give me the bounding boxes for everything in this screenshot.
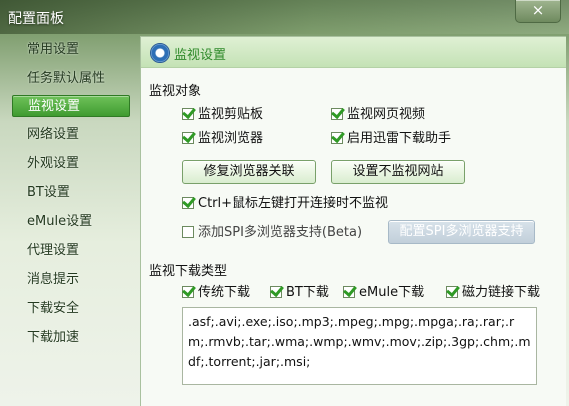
checkbox-browser[interactable]: 监视浏览器 <box>182 130 263 148</box>
checkbox-download-helper[interactable]: 启用迅雷下载助手 <box>331 130 451 148</box>
checkbox-box[interactable] <box>331 132 343 144</box>
panel-header: 监视设置 <box>141 37 566 68</box>
no-monitor-sites-button[interactable]: 设置不监视网站 <box>331 160 465 184</box>
checkbox-bt-download[interactable]: BT下载 <box>270 284 329 302</box>
configure-spi-button[interactable]: 配置SPI多浏览器支持 <box>388 220 535 244</box>
checkbox-box[interactable] <box>270 286 282 298</box>
sidebar-item-notifications[interactable]: 消息提示 <box>12 269 130 291</box>
sidebar-item-acceleration[interactable]: 下载加速 <box>12 327 130 349</box>
checkbox-web-video[interactable]: 监视网页视频 <box>331 106 425 124</box>
checkbox-label: 监视浏览器 <box>198 131 264 146</box>
sidebar-item-common[interactable]: 常用设置 <box>12 39 130 61</box>
checkbox-box[interactable] <box>331 108 343 120</box>
checkbox-box[interactable] <box>182 132 194 144</box>
checkbox-box[interactable] <box>182 197 194 209</box>
sidebar: 常用设置 任务默认属性 监视设置 网络设置 外观设置 BT设置 eMule设置 … <box>0 34 140 406</box>
checkbox-label: eMule下载 <box>359 285 425 300</box>
checkbox-clipboard[interactable]: 监视剪贴板 <box>182 106 263 124</box>
checkbox-label: 监视网页视频 <box>347 107 426 122</box>
eye-icon <box>150 43 170 63</box>
title-bar: 配置面板 × <box>0 0 569 34</box>
download-types-heading: 监视下载类型 <box>149 264 228 279</box>
checkbox-label: 添加SPI多浏览器支持(Beta) <box>198 225 363 240</box>
checkbox-label: 监视剪贴板 <box>198 107 264 122</box>
repair-browser-button[interactable]: 修复浏览器关联 <box>182 160 316 184</box>
checkbox-box[interactable] <box>343 286 355 298</box>
sidebar-item-monitor[interactable]: 监视设置 <box>12 95 130 117</box>
monitor-objects-heading: 监视对象 <box>149 84 202 99</box>
checkbox-box[interactable] <box>446 286 458 298</box>
sidebar-item-proxy[interactable]: 代理设置 <box>12 240 130 262</box>
panel-title: 监视设置 <box>174 48 227 63</box>
checkbox-traditional-download[interactable]: 传统下载 <box>182 284 250 302</box>
checkbox-box[interactable] <box>182 108 194 120</box>
window-title: 配置面板 <box>8 11 64 27</box>
checkbox-ctrl-click[interactable]: Ctrl+鼠标左键打开连接时不监视 <box>182 195 388 213</box>
checkbox-spi-support[interactable]: 添加SPI多浏览器支持(Beta) <box>182 224 362 242</box>
close-button[interactable]: × <box>515 0 561 23</box>
checkbox-magnet-download[interactable]: 磁力链接下载 <box>446 284 540 302</box>
sidebar-item-network[interactable]: 网络设置 <box>12 124 130 146</box>
sidebar-item-task-defaults[interactable]: 任务默认属性 <box>12 68 130 90</box>
checkbox-label: 启用迅雷下载助手 <box>347 131 452 146</box>
extensions-textarea[interactable]: .asf;.avi;.exe;.iso;.mp3;.mpeg;.mpg;.mpg… <box>182 307 537 385</box>
sidebar-item-emule[interactable]: eMule设置 <box>12 211 130 233</box>
checkbox-label: Ctrl+鼠标左键打开连接时不监视 <box>198 196 389 211</box>
checkbox-label: 磁力链接下载 <box>462 285 541 300</box>
checkbox-label: 传统下载 <box>198 285 251 300</box>
checkbox-label: BT下载 <box>286 285 329 300</box>
sidebar-item-security[interactable]: 下载安全 <box>12 298 130 320</box>
sidebar-item-bt[interactable]: BT设置 <box>12 182 130 204</box>
checkbox-box[interactable] <box>182 226 194 238</box>
checkbox-emule-download[interactable]: eMule下载 <box>343 284 424 302</box>
checkbox-box[interactable] <box>182 286 194 298</box>
sidebar-item-appearance[interactable]: 外观设置 <box>12 153 130 175</box>
config-window: 配置面板 × 常用设置 任务默认属性 监视设置 网络设置 外观设置 BT设置 e… <box>0 0 569 406</box>
